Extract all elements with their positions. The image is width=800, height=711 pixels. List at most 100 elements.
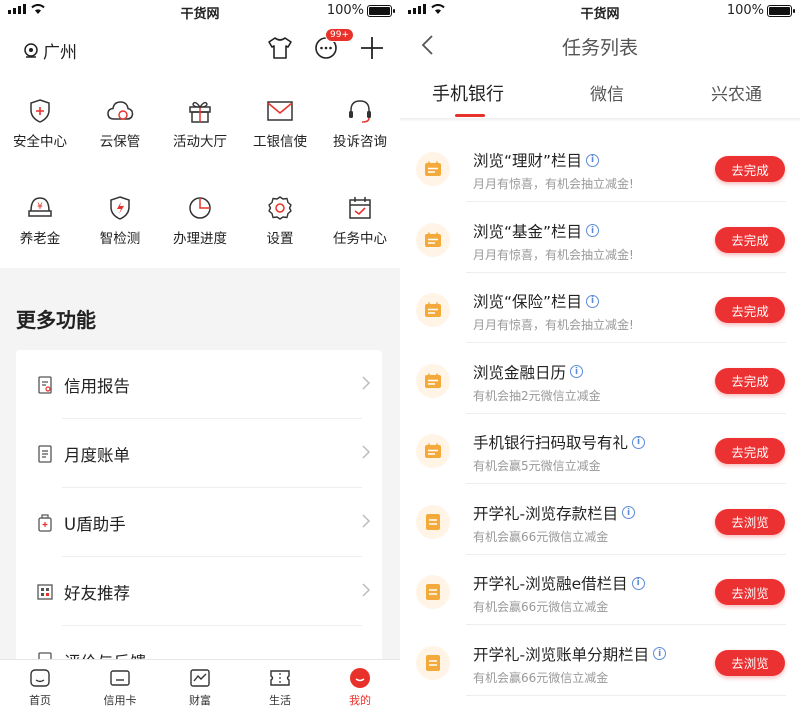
info-icon[interactable]: i [631, 576, 645, 590]
grid-label: 办理进度 [173, 231, 227, 247]
tab-label: 我的 [349, 694, 371, 707]
bottom-tab-bar: 首页 信用卡 财富 生活 我的 [0, 659, 400, 711]
more-item-credit-report[interactable]: 信用报告 [16, 350, 382, 419]
grid-label: 工银信使 [253, 134, 307, 150]
task-subtitle: 有机会赢5元微信立减金 [473, 459, 601, 473]
battery-percent: 100% [326, 3, 364, 18]
chevron-right-icon [362, 514, 370, 528]
task-action-button[interactable]: 去完成 [715, 438, 785, 464]
tab-mobile-banking[interactable]: 手机银行 [432, 80, 504, 106]
tab-home[interactable]: 首页 [0, 660, 80, 711]
more-item-friend-referral[interactable]: 好友推荐 [16, 557, 382, 626]
task-title: 开学礼-浏览存款栏目 [473, 504, 619, 523]
ticket-icon [270, 670, 290, 686]
grid-item-icbc-messenger[interactable]: 工银信使 [240, 96, 320, 150]
task-action-button[interactable]: 去浏览 [715, 649, 785, 676]
task-row: 浏览“保险”栏目 i 月月有惊喜，有机会抽立减金! 去完成 [400, 273, 800, 343]
grid-label: 安全中心 [13, 134, 67, 150]
usb-key-icon [38, 513, 52, 532]
mail-icon [267, 101, 293, 121]
cloud-icon [107, 101, 134, 120]
calendar-icon [416, 152, 450, 186]
task-title: 浏览“基金”栏目 [473, 222, 583, 241]
more-functions-card: 信用报告 月度账单 U盾助手 好友推荐 评价与反馈 [16, 350, 382, 672]
tab-life[interactable]: 生活 [240, 660, 320, 711]
tab-label: 财富 [189, 694, 211, 707]
more-item-monthly-bill[interactable]: 月度账单 [16, 419, 382, 488]
grid-item-security-center[interactable]: 安全中心 [0, 96, 80, 150]
location-label: 广州 [43, 43, 77, 63]
grid-item-progress[interactable]: 办理进度 [160, 193, 240, 247]
tabs-divider [400, 118, 800, 122]
info-icon[interactable]: i [632, 435, 646, 449]
tab-wealth[interactable]: 财富 [160, 660, 240, 711]
grid-item-activity-hall[interactable]: 活动大厅 [160, 96, 240, 150]
grid-label: 任务中心 [333, 231, 387, 247]
messages-button[interactable]: 99+ [310, 28, 354, 64]
report-icon [38, 375, 52, 394]
task-action-button[interactable]: 去完成 [715, 367, 785, 394]
grid-label: 活动大厅 [173, 134, 227, 150]
task-title: 浏览“保险”栏目 [473, 293, 583, 311]
more-item-ukey-assistant[interactable]: U盾助手 [16, 488, 382, 557]
grid-item-smart-check[interactable]: 智检测 [80, 193, 160, 247]
task-row: 浏览“基金”栏目 i 月月有惊喜，有机会抽立减金! 去完成 [400, 203, 800, 273]
task-row: 开学礼-浏览融e借栏目 i 有机会赢66元微信立减金 去浏览 [400, 555, 800, 625]
grid-item-task-center[interactable]: 任务中心 [320, 193, 400, 247]
info-icon[interactable]: i [622, 506, 636, 519]
task-action-button[interactable]: 去浏览 [715, 579, 785, 605]
task-title-wrap: 开学礼-浏览账单分期栏目 i [473, 643, 667, 665]
info-icon[interactable]: i [586, 153, 600, 167]
pension-icon: ¥ [28, 197, 52, 217]
add-button[interactable] [356, 32, 388, 64]
info-icon[interactable]: i [586, 294, 600, 308]
grid-label: 投诉咨询 [333, 134, 387, 150]
task-title-wrap: 浏览金融日历 i [473, 361, 584, 383]
location-selector[interactable]: 广州 [22, 38, 77, 63]
grid-label: 智检测 [99, 231, 141, 247]
grid-item-settings[interactable]: 设置 [240, 193, 320, 247]
tab-mine[interactable]: 我的 [320, 660, 400, 711]
more-item-label: U盾助手 [64, 514, 126, 534]
task-action-button[interactable]: 去完成 [715, 156, 785, 182]
grid-label: 云保管 [99, 134, 141, 150]
card-icon [110, 670, 130, 686]
info-icon[interactable]: i [570, 365, 584, 378]
task-title: 开学礼-浏览融e借栏目 [473, 575, 628, 593]
battery-icon [367, 5, 395, 17]
more-item-label: 信用报告 [64, 376, 130, 396]
task-action-button[interactable]: 去完成 [715, 226, 785, 253]
message-badge: 99+ [325, 28, 354, 42]
tab-wechat[interactable]: 微信 [590, 80, 624, 105]
info-icon[interactable]: i [653, 647, 667, 660]
grid-item-pension[interactable]: ¥ 养老金 [0, 193, 80, 247]
tab-xingnongtong[interactable]: 兴农通 [711, 80, 762, 105]
task-title: 开学礼-浏览账单分期栏目 [473, 645, 650, 664]
task-row: 开学礼-浏览存款栏目 i 有机会赢66元微信立减金 去浏览 [400, 485, 800, 555]
tab-label: 信用卡 [103, 694, 137, 707]
task-row: 浏览金融日历 i 有机会抽2元微信立减金 去完成 [400, 344, 800, 414]
grid-item-cloud-safekeeping[interactable]: 云保管 [80, 96, 160, 150]
task-subtitle: 有机会赢66元微信立减金 [473, 529, 609, 544]
task-subtitle: 有机会赢66元微信立减金 [473, 670, 609, 685]
more-item-label: 好友推荐 [64, 583, 130, 603]
task-action-button[interactable]: 去浏览 [715, 508, 785, 535]
plus-icon [361, 37, 383, 59]
tab-credit-card[interactable]: 信用卡 [80, 660, 160, 711]
chevron-right-icon [362, 583, 370, 597]
task-title-wrap: 开学礼-浏览融e借栏目 i [473, 572, 645, 594]
quick-grid-row-1: 安全中心 云保管 活动大厅 工银信使 投诉咨询 [0, 96, 400, 150]
grid-item-complaint-consult[interactable]: 投诉咨询 [320, 96, 400, 150]
task-action-button[interactable]: 去完成 [715, 297, 785, 323]
task-divider [466, 694, 786, 696]
calendar-icon [416, 363, 450, 398]
wealth-icon [190, 669, 210, 687]
task-title: 浏览金融日历 [473, 363, 567, 382]
task-title-wrap: 手机银行扫码取号有礼 i [473, 431, 646, 453]
info-icon[interactable]: i [586, 224, 600, 237]
gear-icon [268, 196, 292, 220]
task-title: 浏览“理财”栏目 [473, 152, 583, 170]
skin-button[interactable] [264, 32, 296, 64]
svg-text:¥: ¥ [37, 202, 43, 212]
tshirt-icon [268, 37, 292, 59]
